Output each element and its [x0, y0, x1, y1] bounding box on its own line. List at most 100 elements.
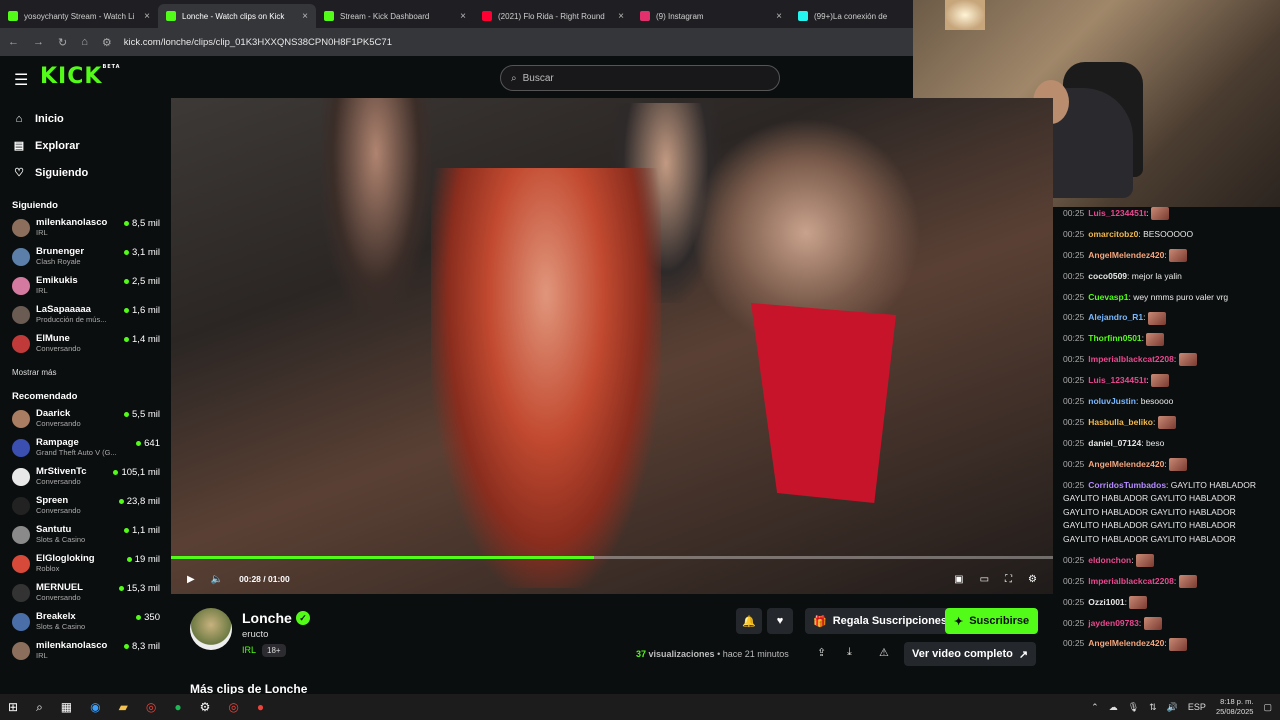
chat-username[interactable]: CorridosTumbados: [1088, 480, 1166, 490]
chat-username[interactable]: AngelMelendez420: [1088, 638, 1164, 648]
chrome-icon[interactable]: ◎: [146, 700, 156, 714]
tab-close-icon[interactable]: ×: [776, 11, 782, 22]
share-icon[interactable]: ⇪: [817, 646, 826, 659]
settings-taskbar-icon[interactable]: ⚙: [200, 700, 211, 714]
forward-icon[interactable]: →: [33, 36, 44, 48]
following-section-title: Siguiendo: [12, 200, 58, 211]
sidebar-channel[interactable]: LaSapaaaaa Producción de mús... 1,6 mil: [0, 304, 170, 333]
tab-close-icon[interactable]: ×: [302, 11, 308, 22]
sidebar-channel[interactable]: milenkanolasco IRL 8,5 mil: [0, 217, 170, 246]
sidebar-nav-item[interactable]: ▤ Explorar: [0, 132, 170, 159]
spotify-icon[interactable]: ●: [174, 700, 181, 714]
sidebar-channel[interactable]: Daarick Conversando 5,5 mil: [0, 408, 170, 437]
browser-tab[interactable]: Lonche - Watch clips on Kick ×: [158, 4, 316, 28]
clock[interactable]: 8:18 p. m. 25/08/2025: [1216, 697, 1254, 717]
tray-chevron-icon[interactable]: ⌃: [1091, 702, 1099, 713]
sidebar-channel[interactable]: Santutu Slots & Casino 1,1 mil: [0, 524, 170, 553]
sidebar-channel[interactable]: Spreen Conversando 23,8 mil: [0, 495, 170, 524]
download-icon[interactable]: ⤓: [847, 646, 852, 659]
chat-username[interactable]: Thorfinn0501: [1088, 333, 1141, 343]
menu-icon[interactable]: ☰: [14, 70, 28, 90]
cloud-icon[interactable]: ☁: [1109, 702, 1118, 713]
search-input[interactable]: ⌕ Buscar: [500, 65, 780, 91]
chat-username[interactable]: Imperialblackcat2208: [1088, 354, 1174, 364]
chat-username[interactable]: AngelMelendez420: [1088, 250, 1164, 260]
category-tag[interactable]: IRL: [242, 645, 256, 655]
theater-mode-icon[interactable]: ▭: [980, 574, 989, 585]
follow-heart-button[interactable]: ♥: [767, 608, 793, 634]
sidebar-channel[interactable]: ElMune Conversando 1,4 mil: [0, 333, 170, 362]
chat-username[interactable]: Imperialblackcat2208: [1088, 576, 1174, 586]
chat-username[interactable]: daniel_07124: [1088, 438, 1141, 448]
kick-logo[interactable]: KICKBETA: [40, 64, 121, 89]
chat-username[interactable]: Cuevasp1: [1088, 292, 1128, 302]
notification-bell-button[interactable]: 🔔: [736, 608, 762, 634]
sidebar-channel[interactable]: MrStivenTc Conversando 105,1 mil: [0, 466, 170, 495]
chat-username[interactable]: eldonchon: [1088, 555, 1131, 565]
tab-close-icon[interactable]: ×: [460, 11, 466, 22]
sidebar-channel[interactable]: MERNUEL Conversando 15,3 mil: [0, 582, 170, 611]
sidebar-channel[interactable]: Emikukis IRL 2,5 mil: [0, 275, 170, 304]
sidebar-channel[interactable]: Brunenger Clash Royale 3,1 mil: [0, 246, 170, 275]
chat-text: wey nmms puro valer vrg: [1133, 291, 1229, 302]
chat-username[interactable]: jayden09783: [1088, 618, 1139, 628]
tab-close-icon[interactable]: ×: [144, 11, 150, 22]
channel-avatar[interactable]: [190, 608, 232, 650]
task-view-icon[interactable]: ▦: [61, 700, 72, 714]
browser-tab[interactable]: Stream - Kick Dashboard ×: [316, 4, 474, 28]
mic-icon[interactable]: 🎙: [1128, 702, 1139, 713]
chat-username[interactable]: noluvJustin: [1088, 396, 1136, 406]
live-dot-icon: [136, 615, 142, 620]
tab-close-icon[interactable]: ×: [618, 11, 624, 22]
chat-username[interactable]: omarcitobz0: [1088, 229, 1138, 239]
viewer-count: 1,4 mil: [124, 334, 160, 345]
full-video-button[interactable]: Ver video completo ↗: [904, 642, 1037, 666]
viewer-number: 2,5 mil: [132, 276, 160, 287]
chat-username[interactable]: coco0509: [1088, 271, 1127, 281]
channel-name[interactable]: Lonche: [242, 610, 292, 626]
chat-username[interactable]: AngelMelendez420: [1088, 459, 1164, 469]
sidebar-channel[interactable]: ElGlogloking Roblox 19 mil: [0, 553, 170, 582]
site-info-icon[interactable]: ⚙: [102, 36, 112, 49]
chat-username[interactable]: Ozzi1001: [1088, 597, 1124, 607]
clock-time: 8:18 p. m.: [1220, 697, 1254, 706]
chat-username[interactable]: Luis_1234451t: [1088, 208, 1146, 218]
subscribe-button[interactable]: ✦ Suscribirse: [945, 608, 1039, 634]
fullscreen-icon[interactable]: ⛶: [1005, 574, 1012, 585]
chat-username[interactable]: Luis_1234451t: [1088, 375, 1146, 385]
settings-icon[interactable]: ⚙: [1028, 574, 1037, 585]
show-more-link[interactable]: Mostrar más: [0, 362, 170, 383]
miniplayer-icon[interactable]: ▣: [954, 574, 963, 585]
home-icon[interactable]: ⌂: [81, 36, 88, 48]
network-icon[interactable]: ⇅: [1149, 702, 1157, 713]
chat-username[interactable]: Hasbulla_beliko: [1088, 417, 1153, 427]
file-explorer-icon[interactable]: ▰: [119, 700, 128, 714]
chat-timestamp: 00:25: [1063, 249, 1085, 260]
progress-bar[interactable]: [171, 556, 1053, 559]
edge-icon[interactable]: ◉: [90, 700, 100, 714]
app-red-icon[interactable]: ●: [257, 700, 264, 714]
chrome-active-icon[interactable]: ◎: [228, 700, 238, 714]
volume-icon[interactable]: 🔈: [211, 574, 223, 585]
language-indicator[interactable]: ESP: [1188, 702, 1206, 712]
back-icon[interactable]: ←: [8, 36, 19, 48]
chat-username[interactable]: Alejandro_R1: [1088, 312, 1143, 322]
sidebar-channel[interactable]: milenkanolasco IRL 8,3 mil: [0, 640, 170, 669]
gift-subs-button[interactable]: 🎁 Regala Suscripciones: [805, 608, 956, 634]
play-icon[interactable]: ▶: [187, 574, 195, 585]
report-icon[interactable]: ⚠: [879, 646, 889, 659]
sidebar-nav-item[interactable]: ♡ Siguiendo: [0, 159, 170, 186]
browser-tab[interactable]: (9) Instagram ×: [632, 4, 790, 28]
sidebar-nav-item[interactable]: ⌂ Inicio: [0, 105, 170, 132]
search-taskbar-icon[interactable]: ⌕: [36, 700, 43, 715]
speaker-icon[interactable]: 🔊: [1167, 702, 1178, 713]
reload-icon[interactable]: ↻: [58, 36, 67, 49]
sidebar-channel[interactable]: Rampage Grand Theft Auto V (G... 641: [0, 437, 170, 466]
browser-tab[interactable]: yosoychanty Stream - Watch Li ×: [0, 4, 158, 28]
notifications-icon[interactable]: ▢: [1263, 702, 1272, 713]
windows-start-icon[interactable]: ⊞: [8, 700, 18, 714]
browser-tab[interactable]: (2021) Flo Rida - Right Round ×: [474, 4, 632, 28]
video-player[interactable]: ▶ 🔈 00:28 / 01:00 ▣ ▭ ⛶ ⚙: [171, 98, 1053, 594]
sidebar-channel[interactable]: Breakelx Slots & Casino 350: [0, 611, 170, 640]
url-field[interactable]: kick.com/lonche/clips/clip_01K3HXXQNS38C…: [124, 37, 392, 48]
